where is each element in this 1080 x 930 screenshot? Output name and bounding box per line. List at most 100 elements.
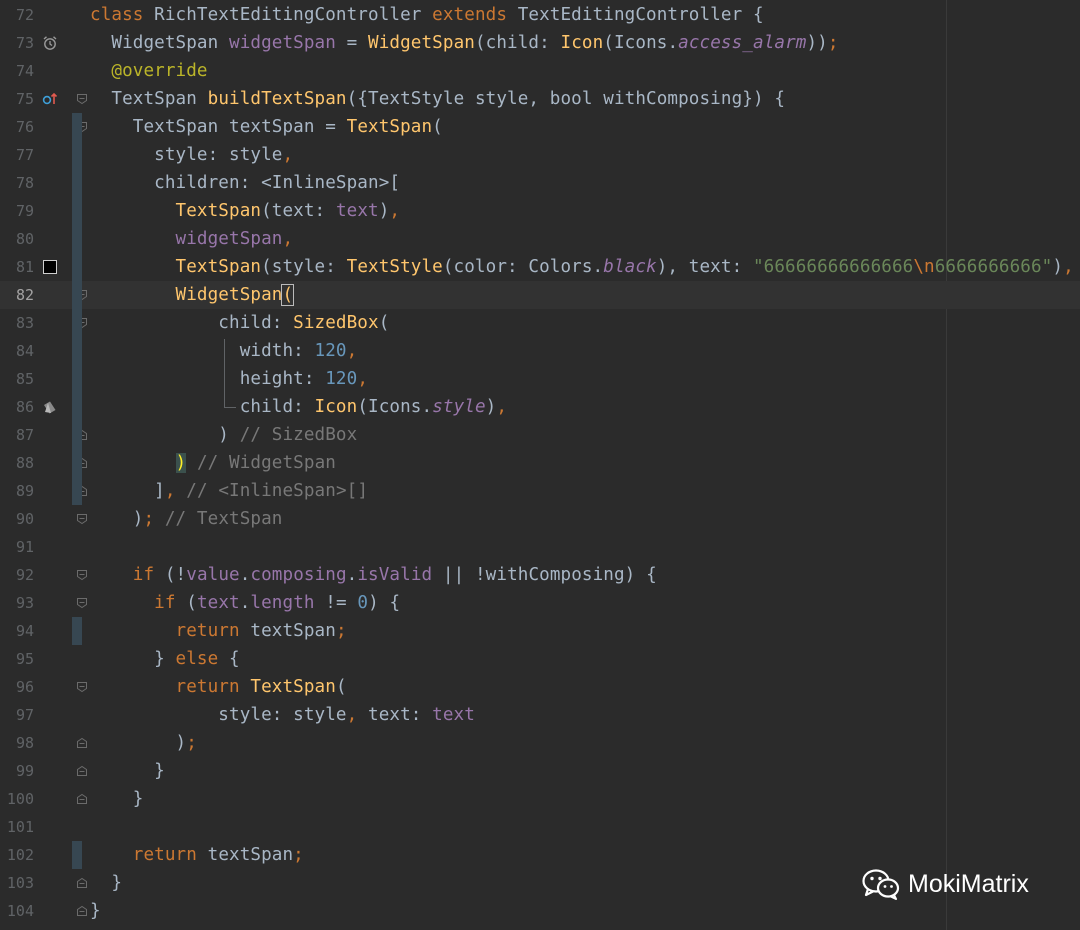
code-line[interactable]: 96 return TextSpan( <box>0 673 1080 701</box>
code-text[interactable]: } else { <box>90 645 240 673</box>
code-line[interactable]: 92 if (!value.composing.isValid || !with… <box>0 561 1080 589</box>
code-line[interactable]: 93 if (text.length != 0) { <box>0 589 1080 617</box>
line-number[interactable]: 75 <box>0 85 34 113</box>
line-number[interactable]: 85 <box>0 365 34 393</box>
line-number[interactable]: 76 <box>0 113 34 141</box>
line-number[interactable]: 90 <box>0 505 34 533</box>
code-text[interactable]: return textSpan; <box>90 617 347 645</box>
fold-open-icon[interactable] <box>76 681 88 693</box>
code-text[interactable]: WidgetSpan widgetSpan = WidgetSpan(child… <box>90 29 839 57</box>
code-text[interactable]: ) // WidgetSpan <box>90 449 336 477</box>
line-number[interactable]: 81 <box>0 253 34 281</box>
code-text[interactable]: TextSpan(text: text), <box>90 197 400 225</box>
code-line[interactable]: 78 children: <InlineSpan>[ <box>0 169 1080 197</box>
fold-open-icon[interactable] <box>76 597 88 609</box>
line-number[interactable]: 89 <box>0 477 34 505</box>
code-line[interactable]: 83 child: SizedBox( <box>0 309 1080 337</box>
code-text[interactable]: return textSpan; <box>90 841 304 869</box>
code-text[interactable]: } <box>90 897 101 925</box>
line-number[interactable]: 74 <box>0 57 34 85</box>
vcs-change-marker[interactable] <box>72 617 82 645</box>
code-text[interactable]: return TextSpan( <box>90 673 347 701</box>
line-number[interactable]: 80 <box>0 225 34 253</box>
line-number[interactable]: 94 <box>0 617 34 645</box>
code-text[interactable]: if (!value.composing.isValid || !withCom… <box>90 561 657 589</box>
code-line[interactable]: 100 } <box>0 785 1080 813</box>
line-number[interactable]: 88 <box>0 449 34 477</box>
code-text[interactable]: } <box>90 869 122 897</box>
code-line[interactable]: 81 TextSpan(style: TextStyle(color: Colo… <box>0 253 1080 281</box>
code-line[interactable]: 74 @override <box>0 57 1080 85</box>
code-line[interactable]: 87 ) // SizedBox <box>0 421 1080 449</box>
code-text[interactable]: child: SizedBox( <box>90 309 389 337</box>
fold-close-icon[interactable] <box>76 905 88 917</box>
code-text[interactable]: style: style, text: text <box>90 701 475 729</box>
line-number[interactable]: 82 <box>0 281 34 309</box>
alarm-icon[interactable] <box>42 35 58 51</box>
line-number[interactable]: 91 <box>0 533 34 561</box>
code-line[interactable]: 90 ); // TextSpan <box>0 505 1080 533</box>
code-text[interactable]: class RichTextEditingController extends … <box>90 1 764 29</box>
line-number[interactable]: 87 <box>0 421 34 449</box>
code-text[interactable]: TextSpan buildTextSpan({TextStyle style,… <box>90 85 785 113</box>
code-line[interactable]: 99 } <box>0 757 1080 785</box>
code-text[interactable]: TextSpan(style: TextStyle(color: Colors.… <box>90 253 1074 281</box>
code-text[interactable]: @override <box>90 57 208 85</box>
fold-open-icon[interactable] <box>76 93 88 105</box>
code-text[interactable]: widgetSpan, <box>90 225 294 253</box>
code-line[interactable]: 94 return textSpan; <box>0 617 1080 645</box>
line-number[interactable]: 84 <box>0 337 34 365</box>
line-number[interactable]: 72 <box>0 1 34 29</box>
style-icon[interactable] <box>42 399 58 415</box>
line-number[interactable]: 100 <box>0 785 34 813</box>
line-number[interactable]: 86 <box>0 393 34 421</box>
code-line[interactable]: 85 height: 120, <box>0 365 1080 393</box>
fold-close-icon[interactable] <box>76 737 88 749</box>
code-text[interactable]: child: Icon(Icons.style), <box>90 393 507 421</box>
line-number[interactable]: 104 <box>0 897 34 925</box>
line-number[interactable]: 97 <box>0 701 34 729</box>
code-line[interactable]: 79 TextSpan(text: text), <box>0 197 1080 225</box>
fold-close-icon[interactable] <box>76 765 88 777</box>
code-editor[interactable]: 72 class RichTextEditingController extend… <box>0 0 1080 930</box>
code-line[interactable]: 84 width: 120, <box>0 337 1080 365</box>
fold-open-icon[interactable] <box>76 569 88 581</box>
code-line[interactable]: 76 TextSpan textSpan = TextSpan( <box>0 113 1080 141</box>
color-swatch-icon[interactable] <box>42 259 58 275</box>
code-line[interactable]: 80 widgetSpan, <box>0 225 1080 253</box>
line-number[interactable]: 93 <box>0 589 34 617</box>
code-text[interactable]: style: style, <box>90 141 293 169</box>
code-text[interactable]: ], // <InlineSpan>[] <box>90 477 368 505</box>
line-number[interactable]: 73 <box>0 29 34 57</box>
vcs-change-marker[interactable] <box>72 841 82 869</box>
line-number[interactable]: 77 <box>0 141 34 169</box>
code-line[interactable]: 95 } else { <box>0 645 1080 673</box>
line-number[interactable]: 101 <box>0 813 34 841</box>
line-number[interactable]: 95 <box>0 645 34 673</box>
code-line[interactable]: 82 WidgetSpan( <box>0 281 1080 309</box>
code-text[interactable]: ); // TextSpan <box>90 505 283 533</box>
code-line[interactable]: 72 class RichTextEditingController extend… <box>0 1 1080 29</box>
code-line[interactable]: 77 style: style, <box>0 141 1080 169</box>
code-text[interactable]: ); <box>90 729 197 757</box>
override-method-icon[interactable] <box>42 91 58 107</box>
code-line[interactable]: 89 ], // <InlineSpan>[] <box>0 477 1080 505</box>
code-text[interactable]: } <box>90 757 165 785</box>
code-text[interactable]: WidgetSpan( <box>90 281 295 309</box>
code-line[interactable]: 75 TextSpan buildTextSpan({TextStyle sty… <box>0 85 1080 113</box>
code-text[interactable]: height: 120, <box>90 365 368 393</box>
line-number[interactable]: 92 <box>0 561 34 589</box>
line-number[interactable]: 99 <box>0 757 34 785</box>
code-text[interactable]: children: <InlineSpan>[ <box>90 169 400 197</box>
code-line[interactable]: 98 ); <box>0 729 1080 757</box>
line-number[interactable]: 83 <box>0 309 34 337</box>
fold-open-icon[interactable] <box>76 513 88 525</box>
code-line[interactable]: 97 style: style, text: text <box>0 701 1080 729</box>
line-number[interactable]: 103 <box>0 869 34 897</box>
line-number[interactable]: 78 <box>0 169 34 197</box>
code-line[interactable]: 73 WidgetSpan widgetSpan = WidgetSpan(ch… <box>0 29 1080 57</box>
fold-close-icon[interactable] <box>76 793 88 805</box>
line-number[interactable]: 96 <box>0 673 34 701</box>
line-number[interactable]: 79 <box>0 197 34 225</box>
code-line[interactable]: 86 child: Icon(Icons.style), <box>0 393 1080 421</box>
